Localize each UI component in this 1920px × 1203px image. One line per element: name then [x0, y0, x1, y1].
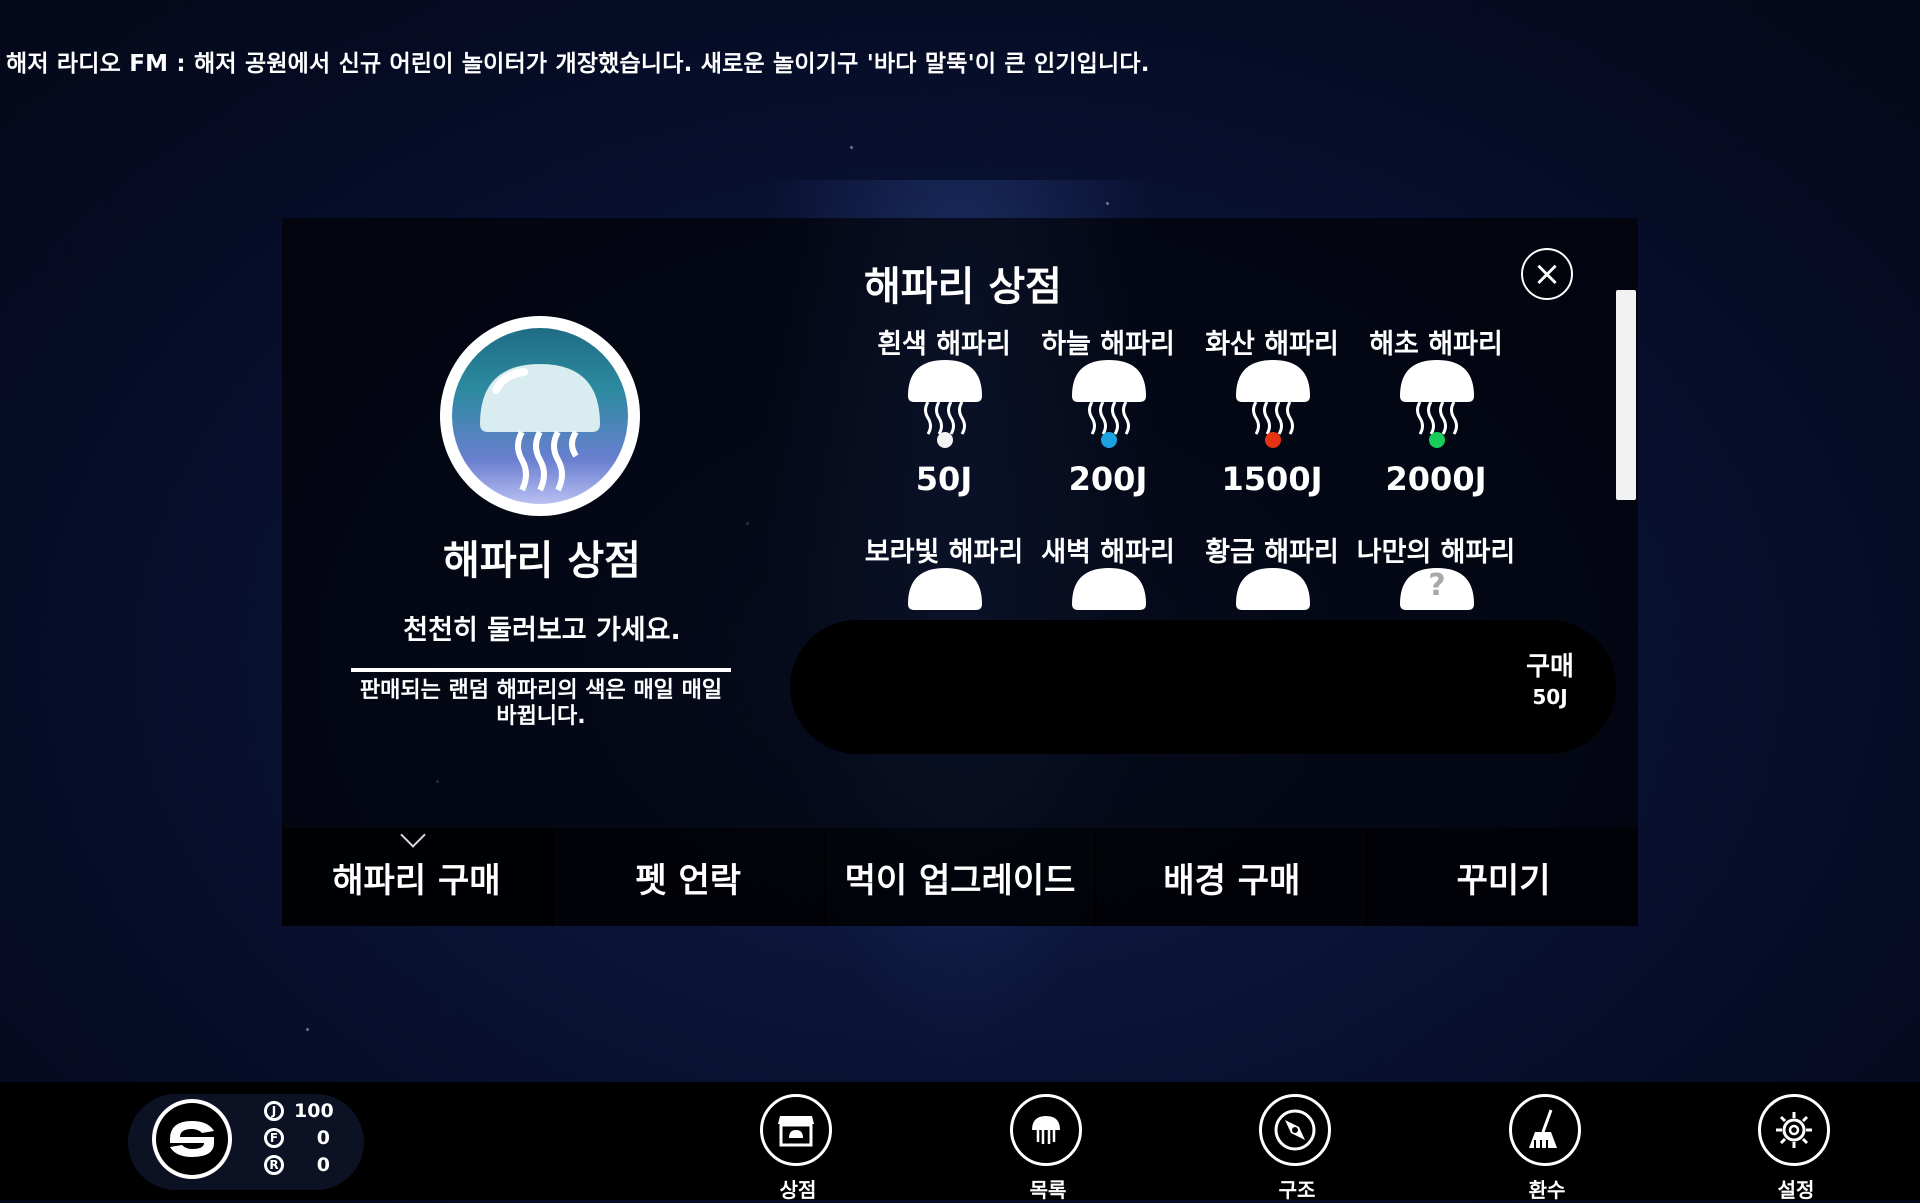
jellyfish-list-icon: [1010, 1094, 1082, 1166]
shop-note: 판매되는 랜덤 해파리의 색은 매일 매일 바뀝니다.: [359, 678, 723, 729]
jellyfish-grid: 흰색 해파리 50J 하늘 해파리 200J 화산 해파리 1500J 해초 해…: [862, 322, 1522, 618]
shop-item-volcano[interactable]: 화산 해파리 1500J: [1190, 322, 1354, 498]
f-currency-icon: F: [264, 1128, 284, 1148]
close-button[interactable]: ×: [1521, 248, 1573, 300]
shop-info: 해파리 상점 천천히 둘러보고 가세요. 판매되는 랜덤 해파리의 색은 매일 …: [282, 218, 802, 818]
shop-item-custom[interactable]: 나만의 해파리 ?: [1354, 530, 1518, 618]
shop-item-white[interactable]: 흰색 해파리 50J: [862, 322, 1026, 498]
j-currency-icon: J: [264, 1101, 284, 1121]
buy-button[interactable]: 구매 50J: [1510, 646, 1590, 709]
jellyfish-icon: [1072, 568, 1146, 610]
shop-name: 해파리 상점: [443, 538, 641, 584]
tab-decorate[interactable]: 꾸미기: [1369, 828, 1638, 926]
shop-item-purple[interactable]: 보라빛 해파리: [862, 530, 1026, 618]
stat-f: F 0: [264, 1127, 330, 1149]
shop-title: 해파리 상점: [864, 264, 1062, 310]
shop-item-dawn[interactable]: 새벽 해파리: [1026, 530, 1190, 618]
stat-j: J 100: [264, 1100, 334, 1122]
particle: [306, 1028, 309, 1031]
tab-pet-unlock[interactable]: 펫 언락: [553, 828, 826, 926]
shop-item-seaweed[interactable]: 해초 해파리 2000J: [1354, 322, 1518, 498]
scrollbar[interactable]: [1616, 290, 1636, 500]
shop-tabs: 해파리 구매 펫 언락 먹이 업그레이드 배경 구매 꾸미기: [282, 822, 1638, 926]
stat-r: R 0: [264, 1154, 330, 1176]
shop-logo: [440, 316, 640, 516]
question-mark-icon: ?: [1428, 568, 1446, 603]
gear-icon: [1758, 1094, 1830, 1166]
purchase-bar: [790, 620, 1616, 754]
jellyfish-logo-icon: [452, 328, 628, 504]
jellyfish-icon: [1400, 360, 1474, 448]
divider: [351, 668, 731, 672]
tab-food-upgrade[interactable]: 먹이 업그레이드: [825, 828, 1098, 926]
shop-greeting: 천천히 둘러보고 가세요.: [403, 615, 681, 646]
r-currency-icon: R: [264, 1155, 284, 1175]
game-logo-icon[interactable]: [152, 1099, 232, 1179]
shop-item-gold[interactable]: 황금 해파리: [1190, 530, 1354, 618]
radio-ticker: 해저 라디오 FM : 해저 공원에서 신규 어린이 놀이터가 개장했습니다. …: [6, 51, 1150, 77]
particle: [850, 146, 853, 149]
broom-icon: [1509, 1094, 1581, 1166]
jellyfish-icon: [1236, 360, 1310, 448]
tab-background[interactable]: 배경 구매: [1097, 828, 1370, 926]
tab-buy-jellyfish[interactable]: 해파리 구매: [282, 822, 554, 926]
jellyfish-icon: [1072, 360, 1146, 448]
close-icon: ×: [1532, 254, 1562, 294]
jellyfish-icon: [908, 360, 982, 448]
shop-item-sky[interactable]: 하늘 해파리 200J: [1026, 322, 1190, 498]
jellyfish-icon: [908, 568, 982, 610]
shop-icon: [760, 1094, 832, 1166]
jellyfish-icon: [1236, 568, 1310, 610]
particle: [1106, 202, 1109, 205]
compass-icon: [1259, 1094, 1331, 1166]
